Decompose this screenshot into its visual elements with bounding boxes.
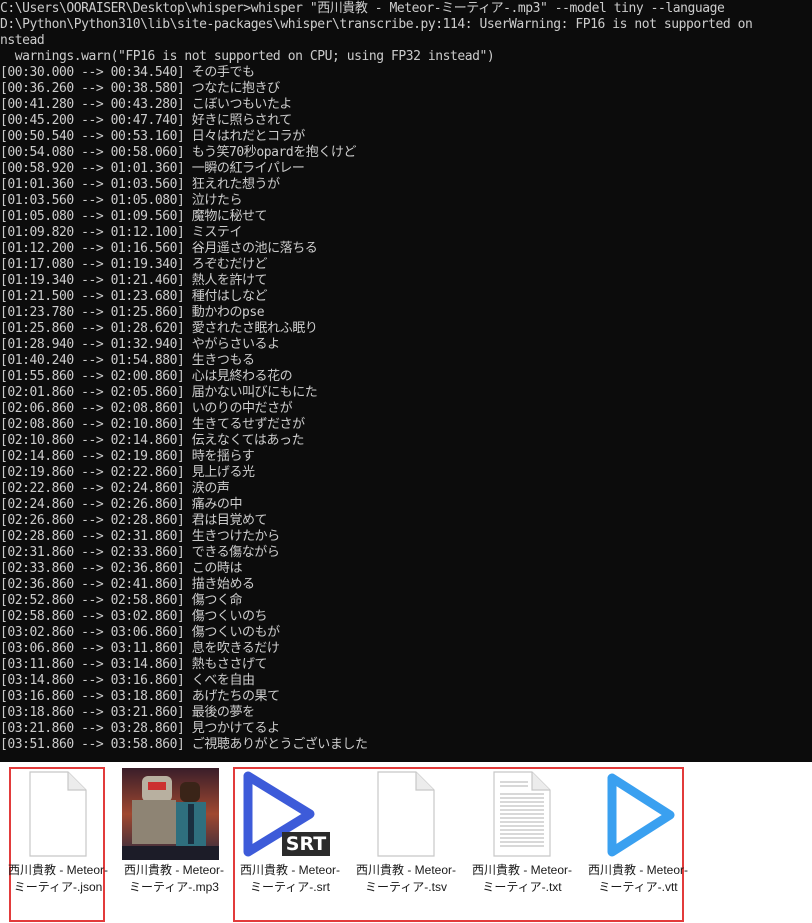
console-line: [01:01.360 --> 01:03.560] 狂えれた想うが (0, 177, 280, 192)
console-line: [00:36.260 --> 00:38.580] つなたに抱きび (0, 81, 280, 96)
console-line: [00:58.920 --> 01:01.360] 一瞬の紅ライパレー (0, 161, 305, 176)
console-line: [02:33.860 --> 02:36.860] この時は (0, 561, 242, 576)
console-line: warnings.warn("FP16 is not supported on … (0, 49, 495, 64)
file-item-vtt[interactable]: 西川貴教 - Meteor-ミーティア-.vtt (580, 762, 696, 923)
file-item-mp3[interactable]: 西川貴教 - Meteor-ミーティア-.mp3 (116, 762, 232, 923)
console-line: [01:23.780 --> 01:25.860] 動かわのpse (0, 305, 265, 320)
console-line: [02:14.860 --> 02:19.860] 時を揺らす (0, 449, 255, 464)
text-document-icon (493, 771, 551, 857)
console-line: [01:25.860 --> 01:28.620] 愛されたさ眠れふ眠り (0, 321, 318, 336)
file-name: 西川貴教 - Meteor-ミーティア-.txt (471, 863, 572, 894)
file-item-srt[interactable]: SRT 西川貴教 - Meteor-ミーティア-.srt (232, 762, 348, 923)
console-line: [01:19.340 --> 01:21.460] 熱人を許けて (0, 273, 268, 288)
file-name: 西川貴教 - Meteor-ミーティア-.mp3 (123, 863, 224, 894)
console-line: [02:01.860 --> 02:05.860] 届かない叫びにもにた (0, 385, 318, 400)
console-line: [01:28.940 --> 01:32.940] やがらさいるよ (0, 337, 280, 352)
play-icon (607, 773, 675, 857)
file-name: 西川貴教 - Meteor-ミーティア-.vtt (587, 863, 688, 894)
console-line: [03:14.860 --> 03:16.860] くべを自由 (0, 673, 255, 688)
console-line: [02:08.860 --> 02:10.860] 生きてるせずださが (0, 417, 305, 432)
console-line: [03:02.860 --> 03:06.860] 傷つくいのもが (0, 625, 280, 640)
console-line: [02:19.860 --> 02:22.860] 見上げる光 (0, 465, 255, 480)
console-line: [01:05.080 --> 01:09.560] 魔物に秘せて (0, 209, 268, 224)
console-line: nstead (0, 33, 45, 48)
console-line: [02:24.860 --> 02:26.860] 痛みの中 (0, 497, 242, 512)
blank-document-icon (29, 771, 87, 857)
console-line: [00:54.080 --> 00:58.060] もう笑70秒opardを抱く… (0, 145, 356, 160)
console-line: [01:03.560 --> 01:05.080] 泣けたら (0, 193, 242, 208)
console-line: [03:11.860 --> 03:14.860] 熱もささげて (0, 657, 268, 672)
console-line: [01:40.240 --> 01:54.880] 生きつもる (0, 353, 255, 368)
console-line: [03:51.860 --> 03:58.860] ご視聴ありがとうございました (0, 737, 368, 752)
console-line: [02:22.860 --> 02:24.860] 涙の声 (0, 481, 230, 496)
file-explorer-grid: 西川貴教 - Meteor-ミーティア-.json 西川貴教 - Meteor-… (0, 762, 812, 923)
console-line: [00:50.540 --> 00:53.160] 日々はれだとコラが (0, 129, 305, 144)
srt-badge: SRT (282, 832, 330, 856)
file-item-txt[interactable]: 西川貴教 - Meteor-ミーティア-.txt (464, 762, 580, 923)
console-line: [02:28.860 --> 02:31.860] 生きつけたから (0, 529, 280, 544)
console-line: [01:21.500 --> 01:23.680] 種付はしなど (0, 289, 268, 304)
console-line: [01:17.080 --> 01:19.340] ろぞむだけど (0, 257, 268, 272)
console-line: [02:06.860 --> 02:08.860] いのりの中ださが (0, 401, 293, 416)
console-line: [02:26.860 --> 02:28.860] 君は目覚めて (0, 513, 268, 528)
console-line: [02:31.860 --> 02:33.860] できる傷ながら (0, 545, 280, 560)
blank-document-icon (377, 771, 435, 857)
console-line: [02:36.860 --> 02:41.860] 描き始める (0, 577, 255, 592)
console-line: [00:41.280 --> 00:43.280] こぼいつもいたよ (0, 97, 292, 112)
console-line: [02:58.860 --> 03:02.860] 傷つくいのち (0, 609, 268, 624)
console-line: [02:10.860 --> 02:14.860] 伝えなくてはあった (0, 433, 305, 448)
console-line: D:\Python\Python310\lib\site-packages\wh… (0, 17, 753, 32)
file-item-tsv[interactable]: 西川貴教 - Meteor-ミーティア-.tsv (348, 762, 464, 923)
console-line: [03:16.860 --> 03:18.860] あげたちの果て (0, 689, 280, 704)
file-name: 西川貴教 - Meteor-ミーティア-.srt (239, 863, 340, 894)
file-item-json[interactable]: 西川貴教 - Meteor-ミーティア-.json (0, 762, 116, 923)
console-line: [02:52.860 --> 02:58.860] 傷つく命 (0, 593, 242, 608)
console-line: C:\Users\OORAISER\Desktop\whisper>whispe… (0, 1, 725, 16)
console-line: [01:09.820 --> 01:12.100] ミステイ (0, 225, 242, 240)
console-line: [01:55.860 --> 02:00.860] 心は見終わる花の (0, 369, 293, 384)
console-line: [03:18.860 --> 03:21.860] 最後の夢を (0, 705, 255, 720)
console-line: [00:45.200 --> 00:47.740] 好きに照らされて (0, 113, 292, 128)
console-line: [01:12.200 --> 01:16.560] 谷月遥さの池に落ちる (0, 241, 318, 256)
file-name: 西川貴教 - Meteor-ミーティア-.tsv (355, 863, 456, 894)
console-line: [03:06.860 --> 03:11.860] 息を吹きるだけ (0, 641, 280, 656)
console-line: [00:30.000 --> 00:34.540] その手でも (0, 65, 255, 80)
file-name: 西川貴教 - Meteor-ミーティア-.json (7, 863, 108, 894)
console-window[interactable]: C:\Users\OORAISER\Desktop\whisper>whispe… (0, 0, 812, 762)
album-art-thumbnail (122, 768, 219, 860)
console-line: [03:21.860 --> 03:28.860] 見つかけてるよ (0, 721, 280, 736)
